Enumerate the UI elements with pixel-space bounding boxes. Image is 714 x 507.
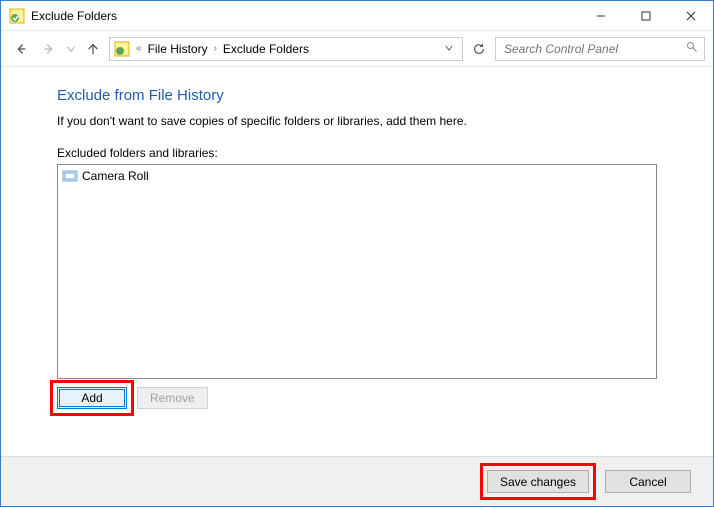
cancel-button[interactable]: Cancel	[605, 470, 691, 493]
minimize-button[interactable]	[578, 1, 623, 30]
back-button[interactable]	[9, 37, 33, 61]
list-label: Excluded folders and libraries:	[57, 146, 657, 160]
list-item[interactable]: Camera Roll	[60, 167, 654, 185]
highlight-add: Add	[50, 380, 134, 416]
breadcrumb[interactable]: « File History › Exclude Folders	[109, 37, 463, 61]
save-changes-button[interactable]: Save changes	[487, 470, 589, 493]
folder-icon	[62, 168, 78, 184]
control-panel-icon	[9, 8, 25, 24]
chevron-right-icon: ›	[212, 43, 219, 54]
search-input[interactable]	[502, 41, 698, 57]
search-icon	[686, 41, 698, 56]
search-box[interactable]	[495, 37, 705, 61]
footer: Save changes Cancel	[1, 456, 713, 506]
list-item-label: Camera Roll	[82, 169, 149, 183]
breadcrumb-item[interactable]: Exclude Folders	[223, 42, 309, 56]
recent-dropdown-icon[interactable]	[65, 37, 77, 61]
titlebar: Exclude Folders	[1, 1, 713, 31]
window-title: Exclude Folders	[31, 9, 117, 23]
page-heading: Exclude from File History	[57, 87, 657, 104]
close-button[interactable]	[668, 1, 713, 30]
add-button[interactable]: Add	[57, 387, 127, 409]
refresh-button[interactable]	[467, 37, 491, 61]
page-description: If you don't want to save copies of spec…	[57, 114, 657, 128]
forward-button[interactable]	[37, 37, 61, 61]
breadcrumb-item[interactable]: File History	[148, 42, 208, 56]
breadcrumb-dropdown-icon[interactable]	[444, 42, 458, 56]
maximize-button[interactable]	[623, 1, 668, 30]
up-button[interactable]	[81, 37, 105, 61]
highlight-save: Save changes	[480, 463, 596, 500]
content-area: Exclude from File History If you don't w…	[1, 67, 713, 419]
breadcrumb-prefix: «	[134, 43, 144, 54]
excluded-folders-listbox[interactable]: Camera Roll	[57, 164, 657, 379]
navigation-bar: « File History › Exclude Folders	[1, 31, 713, 67]
remove-button: Remove	[137, 387, 208, 409]
file-history-icon	[114, 41, 130, 57]
